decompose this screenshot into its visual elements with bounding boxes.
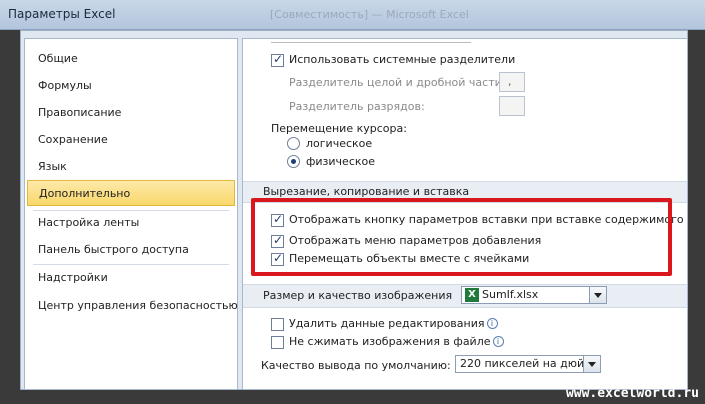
output-quality-dropdown[interactable]: 220 пикселей на дюйм bbox=[455, 355, 601, 373]
thousands-separator-label: Разделитель разрядов: bbox=[289, 100, 425, 113]
sidebar-item-save[interactable]: Сохранение bbox=[27, 127, 235, 153]
info-icon: i bbox=[486, 318, 498, 329]
output-quality-value: 220 пикселей на дюйм bbox=[460, 357, 593, 370]
watermark: www.excelworld.ru bbox=[565, 386, 699, 401]
decimal-separator-input[interactable]: , bbox=[499, 72, 525, 92]
cursor-logical-label: логическое bbox=[306, 137, 373, 150]
highlight-annotation bbox=[251, 198, 672, 276]
sidebar-item-language[interactable]: Язык bbox=[27, 154, 235, 180]
chevron-down-icon[interactable] bbox=[589, 287, 606, 303]
cursor-physical-radio[interactable] bbox=[287, 155, 300, 168]
info-icon: i bbox=[492, 336, 504, 347]
sidebar-item-general[interactable]: Общие bbox=[27, 46, 235, 72]
cursor-movement-label: Перемещение курсора: bbox=[271, 122, 407, 135]
options-sidebar: Общие Формулы Правописание Сохранение Яз… bbox=[24, 38, 238, 390]
cursor-logical-radio[interactable] bbox=[287, 137, 300, 150]
discard-editing-data-label: Удалить данные редактирования i bbox=[289, 317, 498, 330]
use-system-separators-label: Использовать системные разделители bbox=[289, 53, 516, 66]
sidebar-item-advanced[interactable]: Дополнительно bbox=[27, 180, 235, 206]
sidebar-item-addins[interactable]: Надстройки bbox=[27, 265, 235, 291]
no-compress-images-checkbox[interactable] bbox=[271, 336, 284, 349]
discard-editing-data-checkbox[interactable] bbox=[271, 318, 284, 331]
decimal-separator-label: Разделитель целой и дробной части: bbox=[289, 76, 506, 89]
use-system-separators-checkbox[interactable] bbox=[271, 52, 284, 67]
outer-background bbox=[688, 30, 705, 404]
thousands-separator-input[interactable] bbox=[499, 96, 525, 116]
sidebar-item-formulas[interactable]: Формулы bbox=[27, 73, 235, 99]
image-file-value: SumIf.xlsx bbox=[482, 288, 539, 301]
clipped-row bbox=[271, 39, 471, 43]
window-title: Параметры Excel bbox=[8, 7, 116, 21]
sidebar-item-customize-ribbon[interactable]: Настройка ленты bbox=[27, 210, 235, 236]
excel-file-icon: X bbox=[465, 288, 479, 302]
sidebar-item-proofing[interactable]: Правописание bbox=[27, 100, 235, 126]
background-window-title: [Совместимость] — Microsoft Excel bbox=[270, 8, 469, 21]
no-compress-images-label: Не сжимать изображения в файле i bbox=[289, 335, 504, 348]
sidebar-item-trust-center[interactable]: Центр управления безопасностью bbox=[27, 293, 238, 319]
cursor-physical-label: физическое bbox=[306, 155, 376, 168]
image-file-combobox[interactable]: X SumIf.xlsx bbox=[461, 286, 607, 304]
chevron-down-icon[interactable] bbox=[583, 356, 600, 372]
image-size-quality-title: Размер и качество изображения bbox=[263, 289, 453, 302]
output-quality-label: Качество вывода по умолчанию: bbox=[261, 359, 451, 372]
window-titlebar: Параметры Excel [Совместимость] — Micros… bbox=[0, 0, 705, 30]
sidebar-item-quick-access-toolbar[interactable]: Панель быстрого доступа bbox=[27, 237, 235, 263]
